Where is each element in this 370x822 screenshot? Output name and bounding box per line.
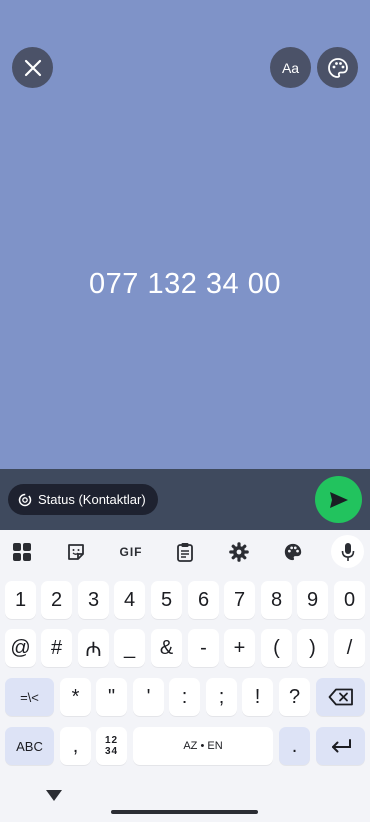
key-0[interactable]: 0 xyxy=(334,581,365,619)
font-style-label: Aa xyxy=(281,59,300,76)
voice-input-button[interactable] xyxy=(331,535,364,568)
key-slash[interactable]: / xyxy=(334,629,365,667)
abc-key[interactable]: ABC xyxy=(5,727,54,765)
clipboard-button[interactable] xyxy=(172,539,198,565)
theme-button[interactable] xyxy=(280,539,306,565)
hide-keyboard-icon[interactable] xyxy=(46,790,62,801)
palette-icon xyxy=(284,543,302,561)
send-icon xyxy=(329,491,348,508)
microphone-icon xyxy=(341,542,354,561)
key-colon[interactable]: : xyxy=(169,678,200,716)
palette-icon xyxy=(327,57,348,78)
key-manat[interactable]: ₼ xyxy=(78,629,109,667)
key-6[interactable]: 6 xyxy=(188,581,219,619)
key-single-quote[interactable]: ' xyxy=(133,678,164,716)
apps-grid-button[interactable] xyxy=(9,539,35,565)
key-5[interactable]: 5 xyxy=(151,581,182,619)
enter-key[interactable] xyxy=(316,727,365,765)
sticker-icon xyxy=(68,544,84,560)
backspace-key[interactable] xyxy=(316,678,365,716)
close-icon xyxy=(24,59,41,76)
key-question[interactable]: ? xyxy=(279,678,310,716)
more-symbols-key[interactable]: =\< xyxy=(5,678,54,716)
keyboard-toolbar: GIF xyxy=(0,530,370,574)
key-7[interactable]: 7 xyxy=(224,581,255,619)
key-9[interactable]: 9 xyxy=(297,581,328,619)
key-2[interactable]: 2 xyxy=(41,581,72,619)
key-close-paren[interactable]: ) xyxy=(297,629,328,667)
key-ampersand[interactable]: & xyxy=(151,629,182,667)
numpad-label: 12 34 xyxy=(105,735,118,757)
numpad-key[interactable]: 12 34 xyxy=(96,727,127,765)
gif-label: GIF xyxy=(119,545,143,559)
key-1[interactable]: 1 xyxy=(5,581,36,619)
key-period[interactable]: . xyxy=(279,727,310,765)
key-hash[interactable]: # xyxy=(41,629,72,667)
key-4[interactable]: 4 xyxy=(114,581,145,619)
key-3[interactable]: 3 xyxy=(78,581,109,619)
status-ring-icon xyxy=(18,493,32,506)
settings-button[interactable] xyxy=(226,539,252,565)
backspace-icon xyxy=(328,688,353,706)
key-open-paren[interactable]: ( xyxy=(261,629,292,667)
numpad-label-bottom: 34 xyxy=(104,746,119,757)
font-style-button[interactable]: Aa xyxy=(270,47,311,88)
key-plus[interactable]: + xyxy=(224,629,255,667)
close-button[interactable] xyxy=(12,47,53,88)
key-at[interactable]: @ xyxy=(5,629,36,667)
key-minus[interactable]: - xyxy=(188,629,219,667)
audience-label: Status (Kontaktlar) xyxy=(38,492,146,507)
numpad-label-top: 12 xyxy=(104,735,119,746)
key-semicolon[interactable]: ; xyxy=(206,678,237,716)
key-asterisk[interactable]: * xyxy=(60,678,91,716)
key-8[interactable]: 8 xyxy=(261,581,292,619)
audience-selector[interactable]: Status (Kontaktlar) xyxy=(8,484,158,515)
gif-button[interactable]: GIF xyxy=(117,539,145,565)
key-underscore[interactable]: _ xyxy=(114,629,145,667)
sticker-button[interactable] xyxy=(63,539,89,565)
clipboard-icon xyxy=(177,543,193,562)
apps-grid-icon xyxy=(13,543,31,561)
status-canvas[interactable] xyxy=(0,0,370,469)
key-exclamation[interactable]: ! xyxy=(242,678,273,716)
gear-icon xyxy=(229,542,249,562)
key-double-quote[interactable]: " xyxy=(96,678,127,716)
space-key[interactable]: AZ • EN xyxy=(133,727,273,765)
key-comma[interactable]: , xyxy=(60,727,91,765)
home-indicator[interactable] xyxy=(111,810,258,814)
enter-icon xyxy=(331,739,351,753)
background-color-button[interactable] xyxy=(317,47,358,88)
status-text[interactable]: 077 132 34 00 xyxy=(0,268,370,301)
send-button[interactable] xyxy=(315,476,362,523)
